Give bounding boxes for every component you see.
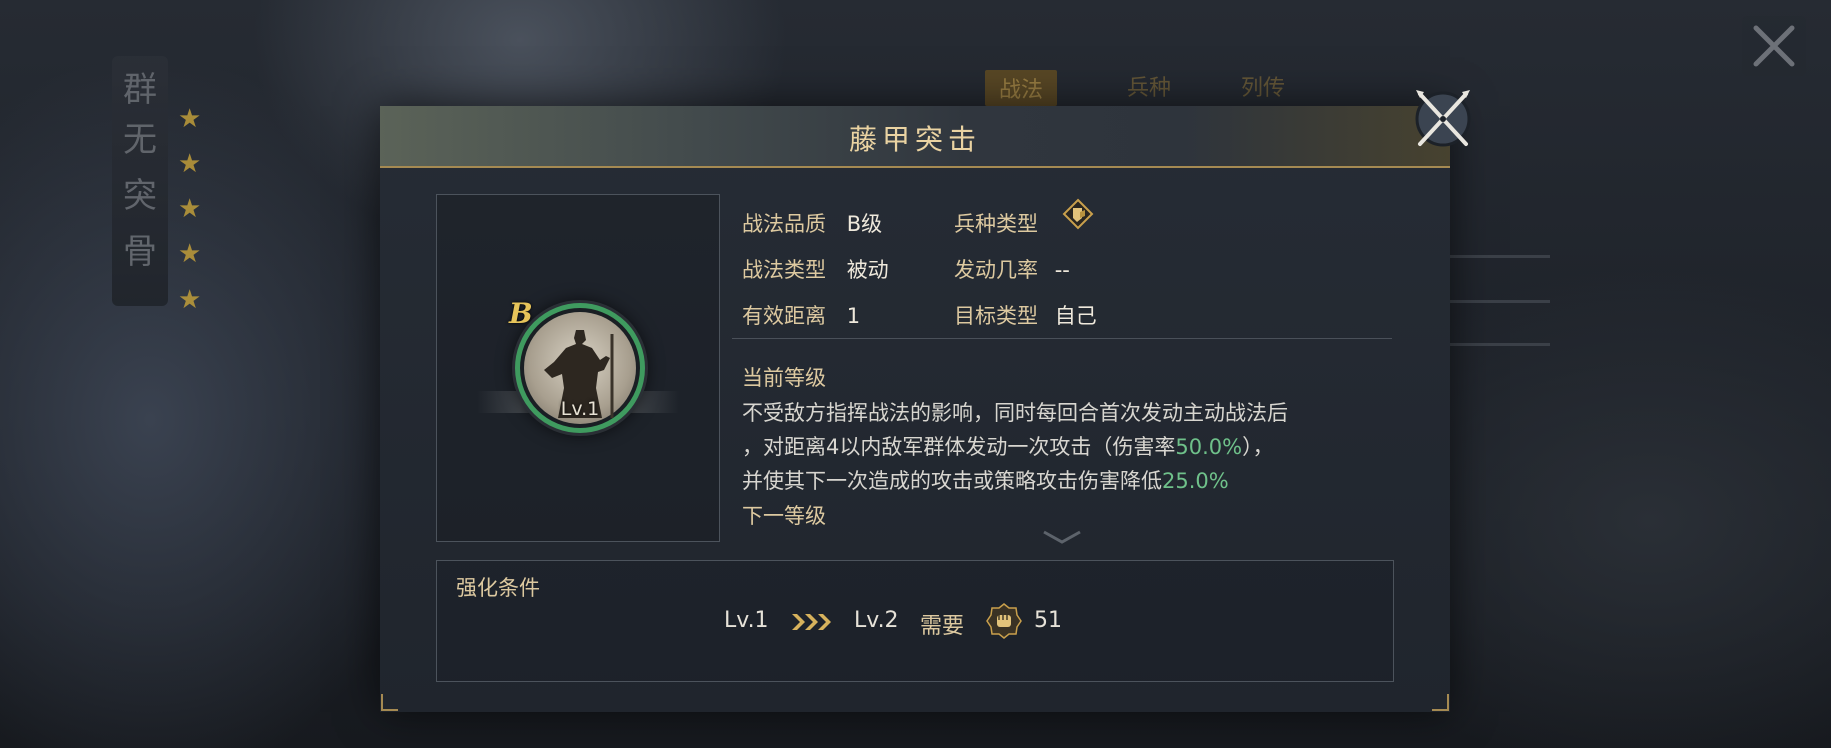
target-type-value: 自己	[1054, 304, 1097, 328]
cost-value: 51	[1034, 608, 1062, 633]
triple-chevron-arrow-icon	[792, 614, 831, 630]
banner-char: 突	[123, 176, 157, 216]
grade-badge: B	[509, 297, 533, 330]
banner-char: 无	[123, 120, 157, 160]
dialog-title: 藤甲突击	[848, 123, 981, 156]
type-row: 战法类型 被动	[742, 254, 889, 284]
general-name-banner: 群 无 突 骨	[112, 56, 168, 306]
quality-value: B级	[846, 212, 883, 236]
tactic-detail-dialog: 藤甲突击 B Lv.1 战法品质 B级 兵种类型 战法类型 被动 发动几率 --	[380, 106, 1450, 712]
tab-tactics[interactable]: 战法	[985, 70, 1058, 106]
banner-char: 群	[123, 70, 157, 110]
tactic-type-value: 被动	[846, 258, 889, 282]
current-level-description: 不受敌方指挥战法的影响，同时每回合首次发动主动战法后 ，对距离4以内敌军群体发动…	[742, 396, 1402, 498]
corner-ornament-icon	[381, 694, 398, 711]
banner-char: 骨	[123, 232, 157, 272]
star-icon: ★	[178, 285, 202, 315]
star-icon: ★	[178, 149, 202, 179]
background-tabs: 战法 兵种 列传	[985, 70, 1285, 106]
star-icon: ★	[178, 104, 202, 134]
target-row: 目标类型 自己	[954, 300, 1097, 330]
upgrade-conditions-title: 强化条件	[456, 576, 540, 600]
next-level-title: 下一等级	[742, 504, 826, 528]
star-icon: ★	[178, 194, 202, 224]
description-line: ，对距离4以内敌军群体发动一次攻击（伤害率50.0%），	[742, 430, 1402, 464]
tactic-portrait-panel: B Lv.1	[436, 194, 720, 542]
rate-row: 发动几率 --	[954, 254, 1070, 284]
to-level: Lv.2	[854, 608, 899, 633]
fist-token-icon	[986, 603, 1022, 639]
activation-rate-value: --	[1054, 258, 1070, 282]
bg-divider	[1450, 300, 1550, 303]
range-row: 有效距离 1	[742, 300, 860, 330]
corner-ornament-icon	[1432, 694, 1449, 711]
info-divider	[732, 338, 1392, 339]
current-level-title: 当前等级	[742, 366, 826, 390]
star-icon: ★	[178, 239, 202, 269]
description-line: 不受敌方指挥战法的影响，同时每回合首次发动主动战法后	[742, 401, 1288, 425]
description-text: 并使其下一次造成的攻击或策略攻击伤害降低	[742, 469, 1162, 493]
from-level: Lv.1	[724, 608, 769, 633]
damage-rate-value: 50.0%	[1175, 435, 1243, 459]
bg-divider	[1450, 255, 1550, 258]
shield-troop-icon[interactable]	[1062, 198, 1094, 230]
requirement-label: 需要	[920, 614, 965, 639]
bg-divider	[1450, 343, 1550, 346]
title-bar: 藤甲突击	[380, 106, 1450, 168]
damage-reduction-value: 25.0%	[1162, 469, 1229, 493]
close-crossed-swords-button[interactable]	[1410, 86, 1476, 152]
target-type-label: 目标类型	[954, 304, 1038, 328]
quality-row: 战法品质 B级	[742, 208, 882, 238]
description-text: ），	[1242, 435, 1274, 459]
description-line: 并使其下一次造成的攻击或策略攻击伤害降低25.0%	[742, 464, 1402, 498]
tab-biography[interactable]: 列传	[1241, 70, 1285, 106]
range-value: 1	[846, 304, 861, 328]
background-close-icon	[1742, 16, 1806, 76]
range-label: 有效距离	[742, 304, 826, 328]
tab-troops[interactable]: 兵种	[1127, 70, 1171, 106]
activation-rate-label: 发动几率	[954, 258, 1038, 282]
scroll-down-chevron-icon[interactable]	[1042, 530, 1082, 544]
troop-row: 兵种类型	[954, 208, 1038, 238]
tactic-type-label: 战法类型	[742, 258, 826, 282]
quality-label: 战法品质	[742, 212, 826, 236]
troop-type-label: 兵种类型	[954, 212, 1038, 236]
portrait-level: Lv.1	[560, 398, 600, 420]
upgrade-conditions-panel	[436, 560, 1394, 682]
description-text: ，对距离4以内敌军群体发动一次攻击（伤害率	[742, 435, 1176, 459]
